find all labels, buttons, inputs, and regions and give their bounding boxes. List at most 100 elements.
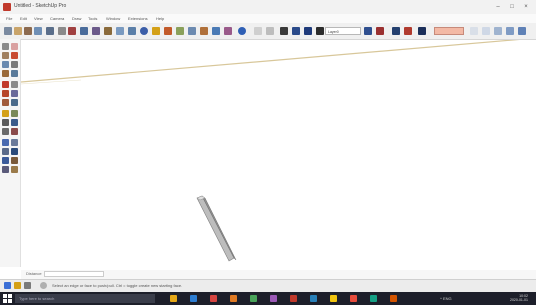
- photos-icon[interactable]: [310, 295, 317, 302]
- select-tool-icon[interactable]: [4, 27, 12, 35]
- pan-tool-icon[interactable]: [152, 27, 160, 35]
- offset-tool-icon[interactable]: [104, 27, 112, 35]
- settings-icon[interactable]: [330, 295, 337, 302]
- top-view-icon[interactable]: [482, 27, 490, 35]
- menu-edit[interactable]: Edit: [20, 16, 27, 21]
- warehouse-icon[interactable]: [188, 27, 196, 35]
- back-edges-icon[interactable]: [266, 27, 274, 35]
- style-swatch[interactable]: [434, 27, 464, 35]
- menu-file[interactable]: File: [6, 16, 12, 21]
- geo-location-icon[interactable]: [238, 27, 246, 35]
- layer-select[interactable]: Layer0: [325, 27, 361, 35]
- push-pull-icon[interactable]: [92, 27, 100, 35]
- menu-tools[interactable]: Tools: [88, 16, 97, 21]
- make-component-icon[interactable]: [14, 27, 22, 35]
- orbit-icon[interactable]: [2, 139, 9, 146]
- user-icon[interactable]: [24, 282, 31, 289]
- rotate-icon[interactable]: [2, 90, 9, 97]
- circle-icon[interactable]: [11, 61, 18, 68]
- protractor-icon[interactable]: [11, 110, 18, 117]
- move-tool-icon[interactable]: [116, 27, 124, 35]
- follow-me-icon[interactable]: [11, 99, 18, 106]
- layer-manager-icon[interactable]: [364, 27, 372, 35]
- close-button[interactable]: ×: [520, 2, 532, 12]
- store-icon[interactable]: [230, 295, 237, 302]
- menu-draw[interactable]: Draw: [72, 16, 81, 21]
- mail-icon[interactable]: [250, 295, 257, 302]
- scenes-icon[interactable]: [376, 27, 384, 35]
- arc-icon[interactable]: [2, 70, 9, 77]
- section-plane-icon[interactable]: [11, 128, 18, 135]
- position-camera-icon[interactable]: [11, 166, 18, 173]
- task-view-icon[interactable]: [170, 295, 177, 302]
- wireframe-icon[interactable]: [280, 27, 288, 35]
- push-pull-icon[interactable]: [2, 81, 9, 88]
- dimension-icon[interactable]: [2, 128, 9, 135]
- extension-warehouse-icon[interactable]: [200, 27, 208, 35]
- pan-icon[interactable]: [11, 139, 18, 146]
- hidden-line-icon[interactable]: [292, 27, 300, 35]
- paint-bucket-icon[interactable]: [46, 27, 54, 35]
- system-tray[interactable]: ^ ENG: [440, 296, 452, 301]
- excel-icon[interactable]: [370, 295, 377, 302]
- axes-icon[interactable]: [11, 119, 18, 126]
- menu-camera[interactable]: Camera: [50, 16, 64, 21]
- menu-help[interactable]: Help: [156, 16, 164, 21]
- rectangle-icon[interactable]: [2, 61, 9, 68]
- offset-icon[interactable]: [2, 99, 9, 106]
- text-icon[interactable]: [2, 119, 9, 126]
- arc-tool-icon[interactable]: [68, 27, 76, 35]
- shaded-icon[interactable]: [304, 27, 312, 35]
- layout-icon[interactable]: [212, 27, 220, 35]
- sketchup-task-icon[interactable]: [290, 295, 297, 302]
- select-icon[interactable]: [2, 43, 9, 50]
- credits-icon[interactable]: [14, 282, 21, 289]
- tape-measure-icon[interactable]: [2, 110, 9, 117]
- front-view-icon[interactable]: [494, 27, 502, 35]
- style-builder-icon[interactable]: [224, 27, 232, 35]
- viewport-canvas[interactable]: [20, 37, 536, 270]
- menu-extensions[interactable]: Extensions: [128, 16, 148, 21]
- section-plane-icon[interactable]: [418, 27, 426, 35]
- orbit-tool-icon[interactable]: [140, 27, 148, 35]
- measurements-input[interactable]: [44, 271, 104, 277]
- zoom-window-icon[interactable]: [11, 148, 18, 155]
- explorer-icon[interactable]: [210, 295, 217, 302]
- back-view-icon[interactable]: [518, 27, 526, 35]
- menu-window[interactable]: Window: [106, 16, 120, 21]
- zoom-tool-icon[interactable]: [164, 27, 172, 35]
- line-icon[interactable]: [11, 52, 18, 59]
- zoom-extents-icon[interactable]: [176, 27, 184, 35]
- shaded-textures-icon[interactable]: [316, 27, 324, 35]
- model-viewport[interactable]: [20, 37, 536, 270]
- minimize-button[interactable]: –: [492, 2, 504, 12]
- tape-measure-icon[interactable]: [34, 27, 42, 35]
- wall-model[interactable]: [196, 195, 237, 262]
- zoom-icon[interactable]: [2, 148, 9, 155]
- move-icon[interactable]: [11, 81, 18, 88]
- shapes-tool-icon[interactable]: [80, 27, 88, 35]
- help-icon[interactable]: [40, 282, 47, 289]
- geo-location-status-icon[interactable]: [4, 282, 11, 289]
- rotate-tool-icon[interactable]: [128, 27, 136, 35]
- paint-bucket-icon[interactable]: [2, 52, 9, 59]
- eraser-tool-icon[interactable]: [24, 27, 32, 35]
- taskbar-clock[interactable]: 10:02 2020-01-01: [510, 294, 528, 302]
- scale-icon[interactable]: [11, 90, 18, 97]
- iso-view-icon[interactable]: [470, 27, 478, 35]
- edge-icon[interactable]: [190, 295, 197, 302]
- look-around-icon[interactable]: [2, 166, 9, 173]
- word-icon[interactable]: [350, 295, 357, 302]
- zoom-extents-icon[interactable]: [2, 157, 9, 164]
- media-icon[interactable]: [390, 295, 397, 302]
- fog-icon[interactable]: [404, 27, 412, 35]
- polygon-icon[interactable]: [11, 70, 18, 77]
- maximize-button[interactable]: □: [506, 2, 518, 12]
- start-button[interactable]: [3, 294, 12, 303]
- right-view-icon[interactable]: [506, 27, 514, 35]
- x-ray-icon[interactable]: [254, 27, 262, 35]
- chrome-icon[interactable]: [270, 295, 277, 302]
- line-tool-icon[interactable]: [58, 27, 66, 35]
- walk-icon[interactable]: [11, 157, 18, 164]
- eraser-icon[interactable]: [11, 43, 18, 50]
